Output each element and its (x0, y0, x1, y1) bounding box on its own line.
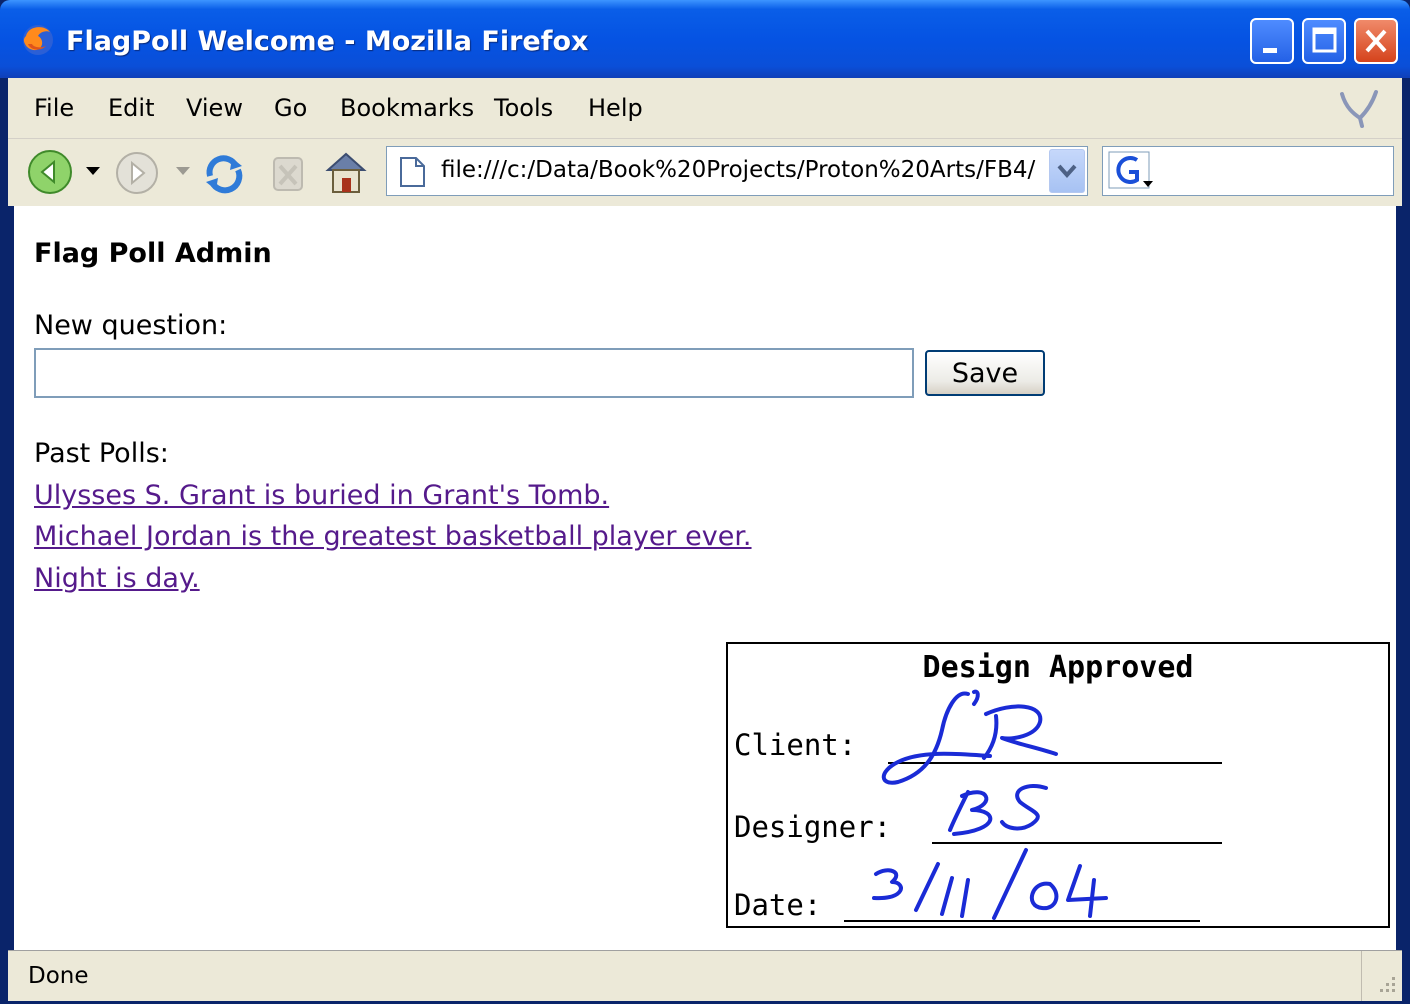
maximize-button[interactable] (1302, 18, 1346, 64)
menu-edit[interactable]: Edit (108, 94, 154, 122)
page-icon (400, 157, 425, 187)
address-bar[interactable]: file:///c:/Data/Book%20Projects/Proton%2… (386, 146, 1088, 196)
design-approved-stamp: Design Approved Client: Designer: Date: (726, 642, 1390, 928)
browser-window: FlagPoll Welcome - Mozilla Firefox File … (0, 0, 1410, 1004)
new-question-input[interactable] (34, 348, 914, 398)
client-signature-jr-dot (972, 689, 980, 706)
page-content: Flag Poll Admin New question: Save Past … (14, 206, 1396, 950)
forward-icon[interactable] (112, 148, 162, 198)
new-question-label: New question: (34, 310, 228, 341)
menu-tools[interactable]: Tools (494, 94, 553, 122)
save-button[interactable]: Save (925, 350, 1045, 396)
date-signature-1a (940, 876, 954, 916)
reload-icon[interactable] (198, 148, 250, 198)
page-title: Flag Poll Admin (34, 238, 272, 269)
past-polls-label: Past Polls: (34, 438, 169, 469)
date-signature-slash-2 (992, 848, 1028, 920)
designer-signature-b (948, 790, 993, 836)
client-signature-jr (881, 691, 992, 785)
client-signature-r (982, 704, 1058, 760)
designer-signature-s (1000, 783, 1048, 831)
forward-dropdown-icon[interactable] (174, 164, 192, 178)
back-dropdown-icon[interactable] (84, 164, 102, 178)
poll-link-2[interactable]: Michael Jordan is the greatest basketbal… (34, 521, 752, 552)
close-button[interactable] (1354, 18, 1398, 64)
date-signature-4 (1066, 864, 1108, 918)
close-icon (1365, 29, 1387, 53)
minimize-button[interactable] (1250, 18, 1294, 64)
maximize-icon (1312, 27, 1337, 53)
date-signature-3 (872, 868, 903, 901)
resize-grip[interactable] (1361, 951, 1402, 1001)
throbber-icon (1340, 90, 1378, 128)
navigation-toolbar: file:///c:/Data/Book%20Projects/Proton%2… (8, 140, 1402, 204)
date-signature-1b (960, 878, 970, 918)
stop-icon[interactable] (264, 148, 312, 198)
poll-link-1[interactable]: Ulysses S. Grant is buried in Grant's To… (34, 480, 609, 511)
status-text: Done (28, 963, 89, 989)
resize-grip-icon (1380, 977, 1395, 992)
poll-link-3[interactable]: Night is day. (34, 563, 200, 594)
firefox-icon (23, 25, 53, 55)
date-signature-0 (1029, 881, 1059, 911)
date-signature-slash-1 (914, 862, 940, 912)
title-bar[interactable]: FlagPoll Welcome - Mozilla Firefox (0, 0, 1410, 78)
home-icon[interactable] (320, 146, 372, 198)
browser-chrome: File Edit View Go Bookmarks Tools Help f… (8, 78, 1402, 206)
menu-help[interactable]: Help (588, 94, 643, 122)
menu-view[interactable]: View (186, 94, 243, 122)
chevron-down-icon (1057, 164, 1077, 179)
handwritten-signatures (872, 689, 1108, 920)
url-dropdown-button[interactable] (1049, 149, 1085, 193)
menu-go[interactable]: Go (274, 94, 307, 122)
search-bar[interactable] (1102, 146, 1394, 196)
status-bar: Done (8, 950, 1402, 1001)
url-text[interactable]: file:///c:/Data/Book%20Projects/Proton%2… (441, 157, 1041, 183)
menu-bookmarks[interactable]: Bookmarks (340, 94, 474, 122)
menu-file[interactable]: File (34, 94, 74, 122)
google-icon[interactable] (1103, 147, 1159, 193)
menu-bar: File Edit View Go Bookmarks Tools Help (8, 78, 1402, 139)
back-icon[interactable] (24, 146, 76, 198)
window-title: FlagPoll Welcome - Mozilla Firefox (66, 26, 589, 57)
minimize-icon (1263, 48, 1277, 53)
